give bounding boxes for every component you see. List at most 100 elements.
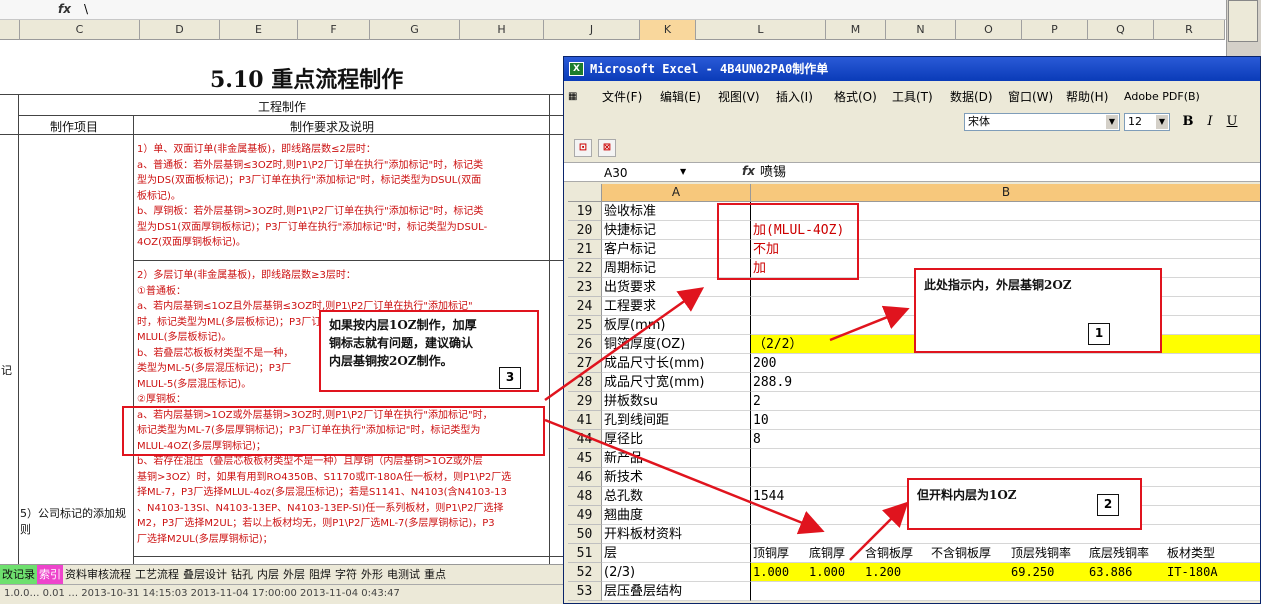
row-header[interactable]: 20 [568,221,602,240]
cell-b[interactable] [751,449,1260,468]
menu-help[interactable]: 帮助(H) [1066,85,1108,109]
column-header[interactable]: E [220,20,298,40]
cell-a[interactable]: 新产品 [602,449,751,468]
cell-a[interactable]: (2/3) [602,563,751,582]
column-header[interactable]: L [696,20,826,40]
sub-cell[interactable]: 不含铜板厚 [931,544,1011,562]
row-header[interactable]: 28 [568,373,602,392]
font-size-select[interactable]: 12 ▼ [1124,113,1170,131]
menu-file[interactable]: 文件(F) [602,85,642,109]
cell-a[interactable]: 层压叠层结构 [602,582,751,601]
formula-input[interactable]: 喷锡 [760,163,786,183]
column-header[interactable]: M [826,20,886,40]
cell-b[interactable]: 288.9 [751,373,1260,392]
row-header[interactable]: 22 [568,259,602,278]
cell-b[interactable]: 200 [751,354,1260,373]
sub-cell[interactable]: 1.000 [809,563,865,581]
sub-cell[interactable]: 板材类型 [1167,544,1229,562]
column-header-a[interactable]: A [602,184,751,202]
row-header[interactable]: 46 [568,468,602,487]
fx-icon[interactable]: fx [742,164,755,178]
row-header[interactable]: 51 [568,544,602,563]
chevron-down-icon[interactable]: ▼ [680,167,686,176]
chevron-down-icon[interactable]: ▼ [1106,115,1118,129]
row-header[interactable]: 48 [568,487,602,506]
sheet-tab[interactable]: 外层 [281,565,307,584]
cell-a[interactable]: 成品尺寸宽(mm) [602,373,751,392]
sub-cell[interactable]: 69.250 [1011,563,1089,581]
row-header[interactable]: 26 [568,335,602,354]
row-header[interactable]: 44 [568,430,602,449]
sub-cell[interactable]: 顶层残铜率 [1011,544,1089,562]
sheet-tab[interactable]: 工艺流程 [133,565,181,584]
sub-cell[interactable]: 63.886 [1089,563,1167,581]
column-header[interactable]: N [886,20,956,40]
row-header[interactable]: 19 [568,202,602,221]
cell-a[interactable]: 板厚(mm) [602,316,751,335]
sheet-tab[interactable]: 索引 [37,565,63,584]
menu-view[interactable]: 视图(V) [718,85,760,109]
menu-edit[interactable]: 编辑(E) [660,85,701,109]
column-header[interactable]: G [370,20,460,40]
sheet-tab[interactable]: 改记录 [0,565,37,584]
row-header[interactable]: 29 [568,392,602,411]
row-header[interactable]: 24 [568,297,602,316]
column-header[interactable]: H [460,20,544,40]
sub-cell[interactable]: 1.000 [753,563,809,581]
column-header[interactable]: C [20,20,140,40]
cell-a[interactable]: 孔到线间距 [602,411,751,430]
background-formula-value[interactable]: \ [84,2,88,16]
name-box[interactable]: A30 [604,164,704,182]
chevron-down-icon[interactable]: ▼ [1156,115,1168,129]
italic-button[interactable]: I [1200,113,1220,132]
menu-window[interactable]: 窗口(W) [1008,85,1053,109]
cell-a[interactable]: 翘曲度 [602,506,751,525]
column-header[interactable]: P [1022,20,1088,40]
column-header[interactable]: F [298,20,370,40]
cell-b[interactable]: 8 [751,430,1260,449]
row-header[interactable]: 21 [568,240,602,259]
menu-data[interactable]: 数据(D) [950,85,993,109]
row-header[interactable]: 53 [568,582,602,601]
row-header[interactable]: 23 [568,278,602,297]
pdf-convert-icon[interactable]: ⊡ [574,139,592,157]
cell-b[interactable]: 2 [751,392,1260,411]
sheet-tab[interactable]: 阻焊 [307,565,333,584]
cell-a[interactable]: 层 [602,544,751,563]
row-header[interactable]: 27 [568,354,602,373]
menu-adobe-pdf[interactable]: Adobe PDF(B) [1124,85,1200,109]
scrollbar-thumb[interactable] [1228,0,1258,42]
cell-a[interactable]: 总孔数 [602,487,751,506]
sheet-tab[interactable]: 资料审核流程 [63,565,133,584]
cell-a[interactable]: 开料板材资料 [602,525,751,544]
column-header-b[interactable]: B [751,184,1260,202]
menu-tools[interactable]: 工具(T) [892,85,933,109]
menu-format[interactable]: 格式(O) [834,85,877,109]
cell-a[interactable]: 厚径比 [602,430,751,449]
pdf-email-icon[interactable]: ⊠ [598,139,616,157]
column-header-selected[interactable]: K [640,20,696,40]
cell-a[interactable]: 拼板数su [602,392,751,411]
cell-b[interactable] [751,582,1260,601]
column-header[interactable]: D [140,20,220,40]
cell-a[interactable]: 出货要求 [602,278,751,297]
sub-cell[interactable]: 底层残铜率 [1089,544,1167,562]
cell-a[interactable]: 成品尺寸长(mm) [602,354,751,373]
sheet-tab[interactable]: 字符 [333,565,359,584]
column-header[interactable]: R [1154,20,1225,40]
sheet-tab[interactable]: 重点 [422,565,448,584]
sheet-tab[interactable]: 钻孔 [229,565,255,584]
cell-b[interactable]: 10 [751,411,1260,430]
sub-cell[interactable]: IT-180A [1167,563,1229,581]
cell-a[interactable]: 铜箔厚度(OZ) [602,335,751,354]
cell-a[interactable]: 工程要求 [602,297,751,316]
column-header[interactable]: Q [1088,20,1154,40]
row-header[interactable]: 41 [568,411,602,430]
row-header[interactable]: 45 [568,449,602,468]
column-header[interactable]: O [956,20,1022,40]
sub-cell[interactable]: 顶铜厚 [753,544,809,562]
font-name-select[interactable]: 宋体 ▼ [964,113,1120,131]
underline-button[interactable]: U [1222,113,1242,132]
row-header[interactable]: 52 [568,563,602,582]
sheet-tab[interactable]: 叠层设计 [181,565,229,584]
